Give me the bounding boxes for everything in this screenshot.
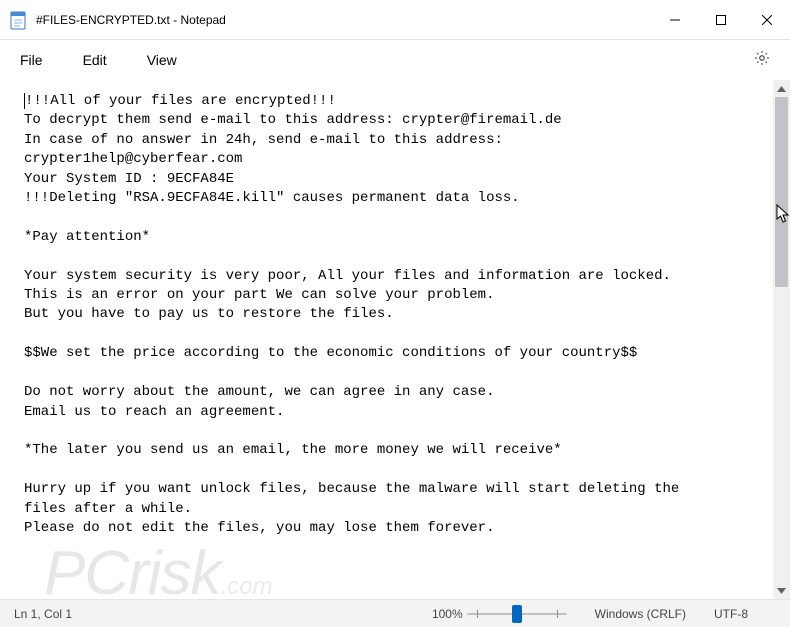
scroll-thumb[interactable] [775,97,788,287]
menu-edit[interactable]: Edit [83,52,107,68]
zoom-slider[interactable] [467,602,567,626]
status-eol: Windows (CRLF) [581,607,700,621]
text-line: Please do not edit the files, you may lo… [24,519,773,538]
status-zoom-value: 100% [432,607,463,621]
status-encoding: UTF-8 [700,607,790,621]
text-line [24,364,773,383]
maximize-button[interactable] [698,0,744,40]
text-line: files after a while. [24,500,773,519]
text-line: Your system security is very poor, All y… [24,267,773,286]
close-button[interactable] [744,0,790,40]
text-line [24,208,773,227]
text-line: This is an error on your part We can sol… [24,286,773,305]
text-line: Email us to reach an agreement. [24,403,773,422]
minimize-button[interactable] [652,0,698,40]
text-line [24,422,773,441]
text-line: !!!All of your files are encrypted!!! [24,92,773,111]
text-line: Your System ID : 9ECFA84E [24,170,773,189]
text-line: Do not worry about the amount, we can ag… [24,383,773,402]
text-line: To decrypt them send e-mail to this addr… [24,111,773,130]
text-line [24,538,773,557]
text-line: Hurry up if you want unlock files, becau… [24,480,773,499]
vertical-scrollbar[interactable] [773,80,790,599]
menu-view[interactable]: View [147,52,177,68]
text-line: !!!Deleting "RSA.9ECFA84E.kill" causes p… [24,189,773,208]
text-editor[interactable]: !!!All of your files are encrypted!!!To … [0,80,773,599]
scroll-up-button[interactable] [773,80,790,97]
settings-button[interactable] [746,44,778,76]
text-line: $$We set the price according to the econ… [24,344,773,363]
menu-bar: File Edit View [0,40,790,80]
text-line: *Pay attention* [24,228,773,247]
gear-icon [753,49,771,72]
text-line: crypter1help@cyberfear.com [24,150,773,169]
text-line [24,325,773,344]
scroll-down-button[interactable] [773,582,790,599]
text-line [24,461,773,480]
status-caret-pos: Ln 1, Col 1 [0,607,86,621]
window-title: #FILES-ENCRYPTED.txt - Notepad [36,13,226,27]
text-line: *The later you send us an email, the mor… [24,441,773,460]
text-line: But you have to pay us to restore the fi… [24,305,773,324]
title-bar: #FILES-ENCRYPTED.txt - Notepad [0,0,790,40]
menu-file[interactable]: File [20,52,43,68]
text-line [24,247,773,266]
notepad-app-icon [10,10,26,30]
status-zoom: 100% [418,602,581,626]
text-line: In case of no answer in 24h, send e-mail… [24,131,773,150]
status-bar: Ln 1, Col 1 100% Windows (CRLF) UTF-8 [0,599,790,627]
